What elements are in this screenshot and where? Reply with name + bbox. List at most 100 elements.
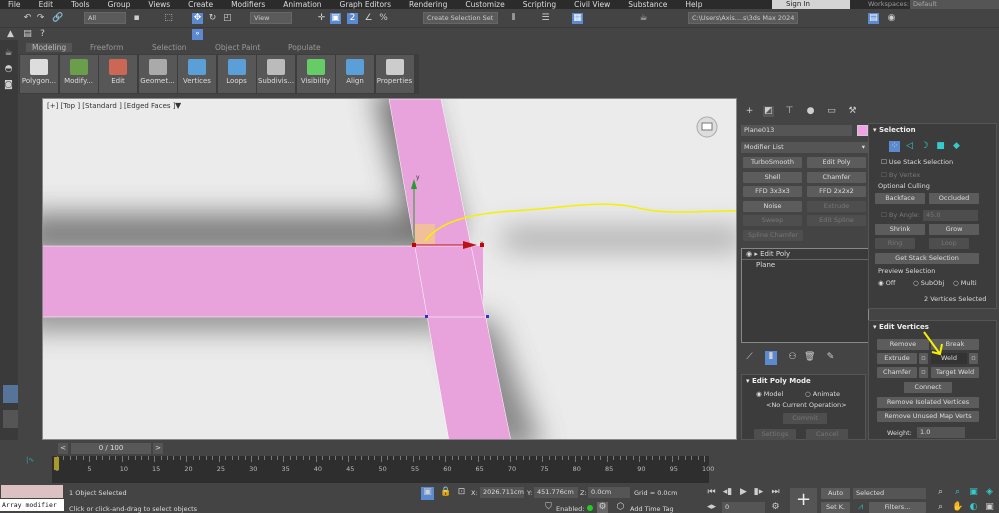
weld-settings-button[interactable]: ▫ [969, 353, 978, 364]
curve-editor-icon[interactable]: ▦ [572, 13, 583, 24]
auto-key-button[interactable]: Auto [821, 488, 850, 499]
modifier-list-dropdown[interactable]: Modifier List ▾ [741, 142, 868, 153]
weight-field[interactable]: 1.0 [917, 427, 965, 438]
ring-button[interactable]: Ring [875, 238, 915, 249]
ribbon-button-subdivis[interactable]: Subdivis... [257, 55, 295, 93]
modifier-button-noise[interactable]: Noise [743, 200, 802, 212]
get-stack-selection-button[interactable]: Get Stack Selection [875, 253, 979, 264]
reference-coordinate-dropdown[interactable]: View [250, 12, 292, 24]
z-coordinate-field[interactable]: 0.0cm [588, 487, 630, 498]
maxscript-input[interactable]: Array modifier [0, 499, 64, 511]
commit-button[interactable]: Commit [783, 413, 827, 424]
zoom-extents-all-icon[interactable]: ◈ [984, 487, 995, 498]
camera-icon[interactable]: ◙ [3, 80, 14, 91]
time-tag-icon[interactable]: ⬡ [615, 502, 626, 513]
settings-button[interactable]: Settings [754, 429, 796, 440]
ribbon-tab-freeform[interactable]: Freeform [90, 43, 123, 52]
field-of-view-icon[interactable]: ⌕ [935, 502, 946, 513]
current-frame-field[interactable]: 0 [722, 502, 765, 513]
menu-create[interactable]: Create [188, 0, 213, 9]
project-folder-dropdown[interactable]: C:\Users\Axis....s\3ds Max 2024 [688, 12, 798, 24]
modify-tab-icon[interactable]: ◩ [763, 106, 774, 117]
next-key-icon[interactable]: ▮▸ [753, 487, 764, 498]
utilities-tab-icon[interactable]: ⚒ [847, 106, 858, 117]
rotate-icon[interactable]: ↻ [207, 13, 218, 24]
border-mode-icon[interactable]: ☽ [919, 141, 930, 152]
menu-modifiers[interactable]: Modifiers [231, 0, 265, 9]
default-tangent-icon[interactable]: ⩘ [855, 502, 866, 513]
vertex[interactable] [425, 315, 428, 318]
backface-button[interactable]: Backface [875, 193, 925, 204]
connect-button[interactable]: Connect [904, 382, 952, 393]
menu-civil-view[interactable]: Civil View [574, 0, 610, 9]
mirror-icon[interactable]: ⫴ [508, 13, 519, 24]
viewport-label[interactable]: [+] [Top ] [Standard ] [Edged Faces ] [47, 102, 175, 110]
previous-key-icon[interactable]: ◂▮ [722, 487, 733, 498]
window-crossing-icon[interactable]: ⬚ [163, 13, 174, 24]
menu-animation[interactable]: Animation [283, 0, 321, 9]
gear-icon[interactable]: ⚙ [597, 502, 608, 513]
redo-icon[interactable]: ↷ [35, 13, 46, 24]
scene-explorer-icon[interactable]: ☰ [540, 13, 551, 24]
ribbon-button-geomet[interactable]: Geomet... [138, 55, 177, 93]
zoom-icon[interactable]: ⌕ [935, 487, 946, 498]
menu-substance[interactable]: Substance [628, 0, 667, 9]
add-time-tag-button[interactable]: Add Time Tag [630, 505, 674, 513]
extrude-button[interactable]: Extrude [877, 353, 917, 364]
angle-snap-icon[interactable]: ∠ [363, 13, 374, 24]
light-icon[interactable]: ◓ [3, 64, 14, 75]
enabled-indicator[interactable] [587, 505, 593, 511]
selected-vertex[interactable] [412, 243, 416, 247]
ribbon-button-loops[interactable]: Loops [217, 55, 256, 93]
stack-item-plane[interactable]: Plane [742, 260, 868, 271]
modifier-button-editpoly[interactable]: Edit Poly [807, 157, 866, 168]
layer-icon[interactable]: ▲ [5, 29, 16, 40]
orbit-icon[interactable]: ◐ [968, 502, 979, 513]
preview-multi-radio[interactable]: ○ Multi [953, 279, 977, 287]
track-bar[interactable]: 0510152025303540455055606570758085909510… [52, 456, 714, 483]
modifier-button-splinechamfer[interactable]: Spline Chamfer [743, 229, 803, 241]
occluded-button[interactable]: Occluded [929, 193, 979, 204]
remove-modifier-icon[interactable]: 🗑 [804, 352, 815, 363]
pan-icon[interactable]: ✋ [952, 502, 963, 513]
undo-icon[interactable]: ↶ [22, 13, 33, 24]
by-angle-checkbox[interactable]: ☐ By Angle: [881, 211, 920, 219]
remove-unused-map-verts-button[interactable]: Remove Unused Map Verts [877, 411, 979, 422]
lock-selection-icon[interactable]: 🔒 [440, 487, 451, 498]
percent-snap-icon[interactable]: % [378, 13, 389, 24]
menu-help[interactable]: Help [685, 0, 702, 9]
play-icon[interactable]: ▶ [738, 487, 749, 498]
motion-tab-icon[interactable]: ● [805, 106, 816, 117]
menu-graph-editors[interactable]: Graph Editors [340, 0, 392, 9]
ribbon-button-modify[interactable]: Modify... [59, 55, 98, 93]
modifier-button-ffd3x3x3[interactable]: FFD 3x3x3 [743, 186, 802, 197]
show-end-result-icon[interactable]: ▮ [765, 351, 777, 365]
configure-sets-icon[interactable]: ✎ [825, 352, 836, 363]
teapot-icon[interactable]: ☕ [3, 48, 14, 59]
set-key-mode-button[interactable]: Set K. [821, 502, 850, 513]
viewport-layout-icon[interactable] [3, 410, 18, 428]
move-icon[interactable]: ✥ [192, 13, 203, 24]
ribbon-button-polygon[interactable]: Polygon... [20, 55, 58, 93]
ribbon-tab-object-paint[interactable]: Object Paint [215, 43, 260, 52]
y-coordinate-field[interactable]: 451.776cm [534, 487, 578, 498]
snap-toggle-icon[interactable]: 2 [347, 13, 358, 24]
ribbon-button-properties[interactable]: Properties [375, 55, 414, 93]
object-color-swatch[interactable] [857, 125, 868, 136]
named-selection-set-dropdown[interactable]: Create Selection Set [423, 12, 498, 24]
chamfer-button[interactable]: Chamfer [877, 367, 917, 378]
key-filters-button[interactable]: Filters... [869, 502, 926, 513]
modifier-button-ffd2x2x2[interactable]: FFD 2x2x2 [807, 186, 866, 197]
key-mode-icon[interactable]: ◂▸ [706, 502, 717, 513]
ribbon-button-align[interactable]: Align [336, 55, 374, 93]
maximize-viewport-icon[interactable]: ▣ [984, 502, 995, 513]
save-icon[interactable]: ▤ [868, 13, 879, 24]
chamfer-settings-button[interactable]: ▫ [919, 367, 928, 378]
hierarchy-tab-icon[interactable]: ⊤ [784, 106, 795, 117]
selected-vertex[interactable] [480, 243, 484, 247]
edge-mode-icon[interactable]: ◁ [904, 141, 915, 152]
sign-in-button[interactable]: Sign In [772, 0, 850, 9]
ribbon-tab-selection[interactable]: Selection [152, 43, 187, 52]
time-slider-marker[interactable] [54, 457, 59, 470]
object-name-field[interactable]: Plane013 [741, 125, 852, 136]
